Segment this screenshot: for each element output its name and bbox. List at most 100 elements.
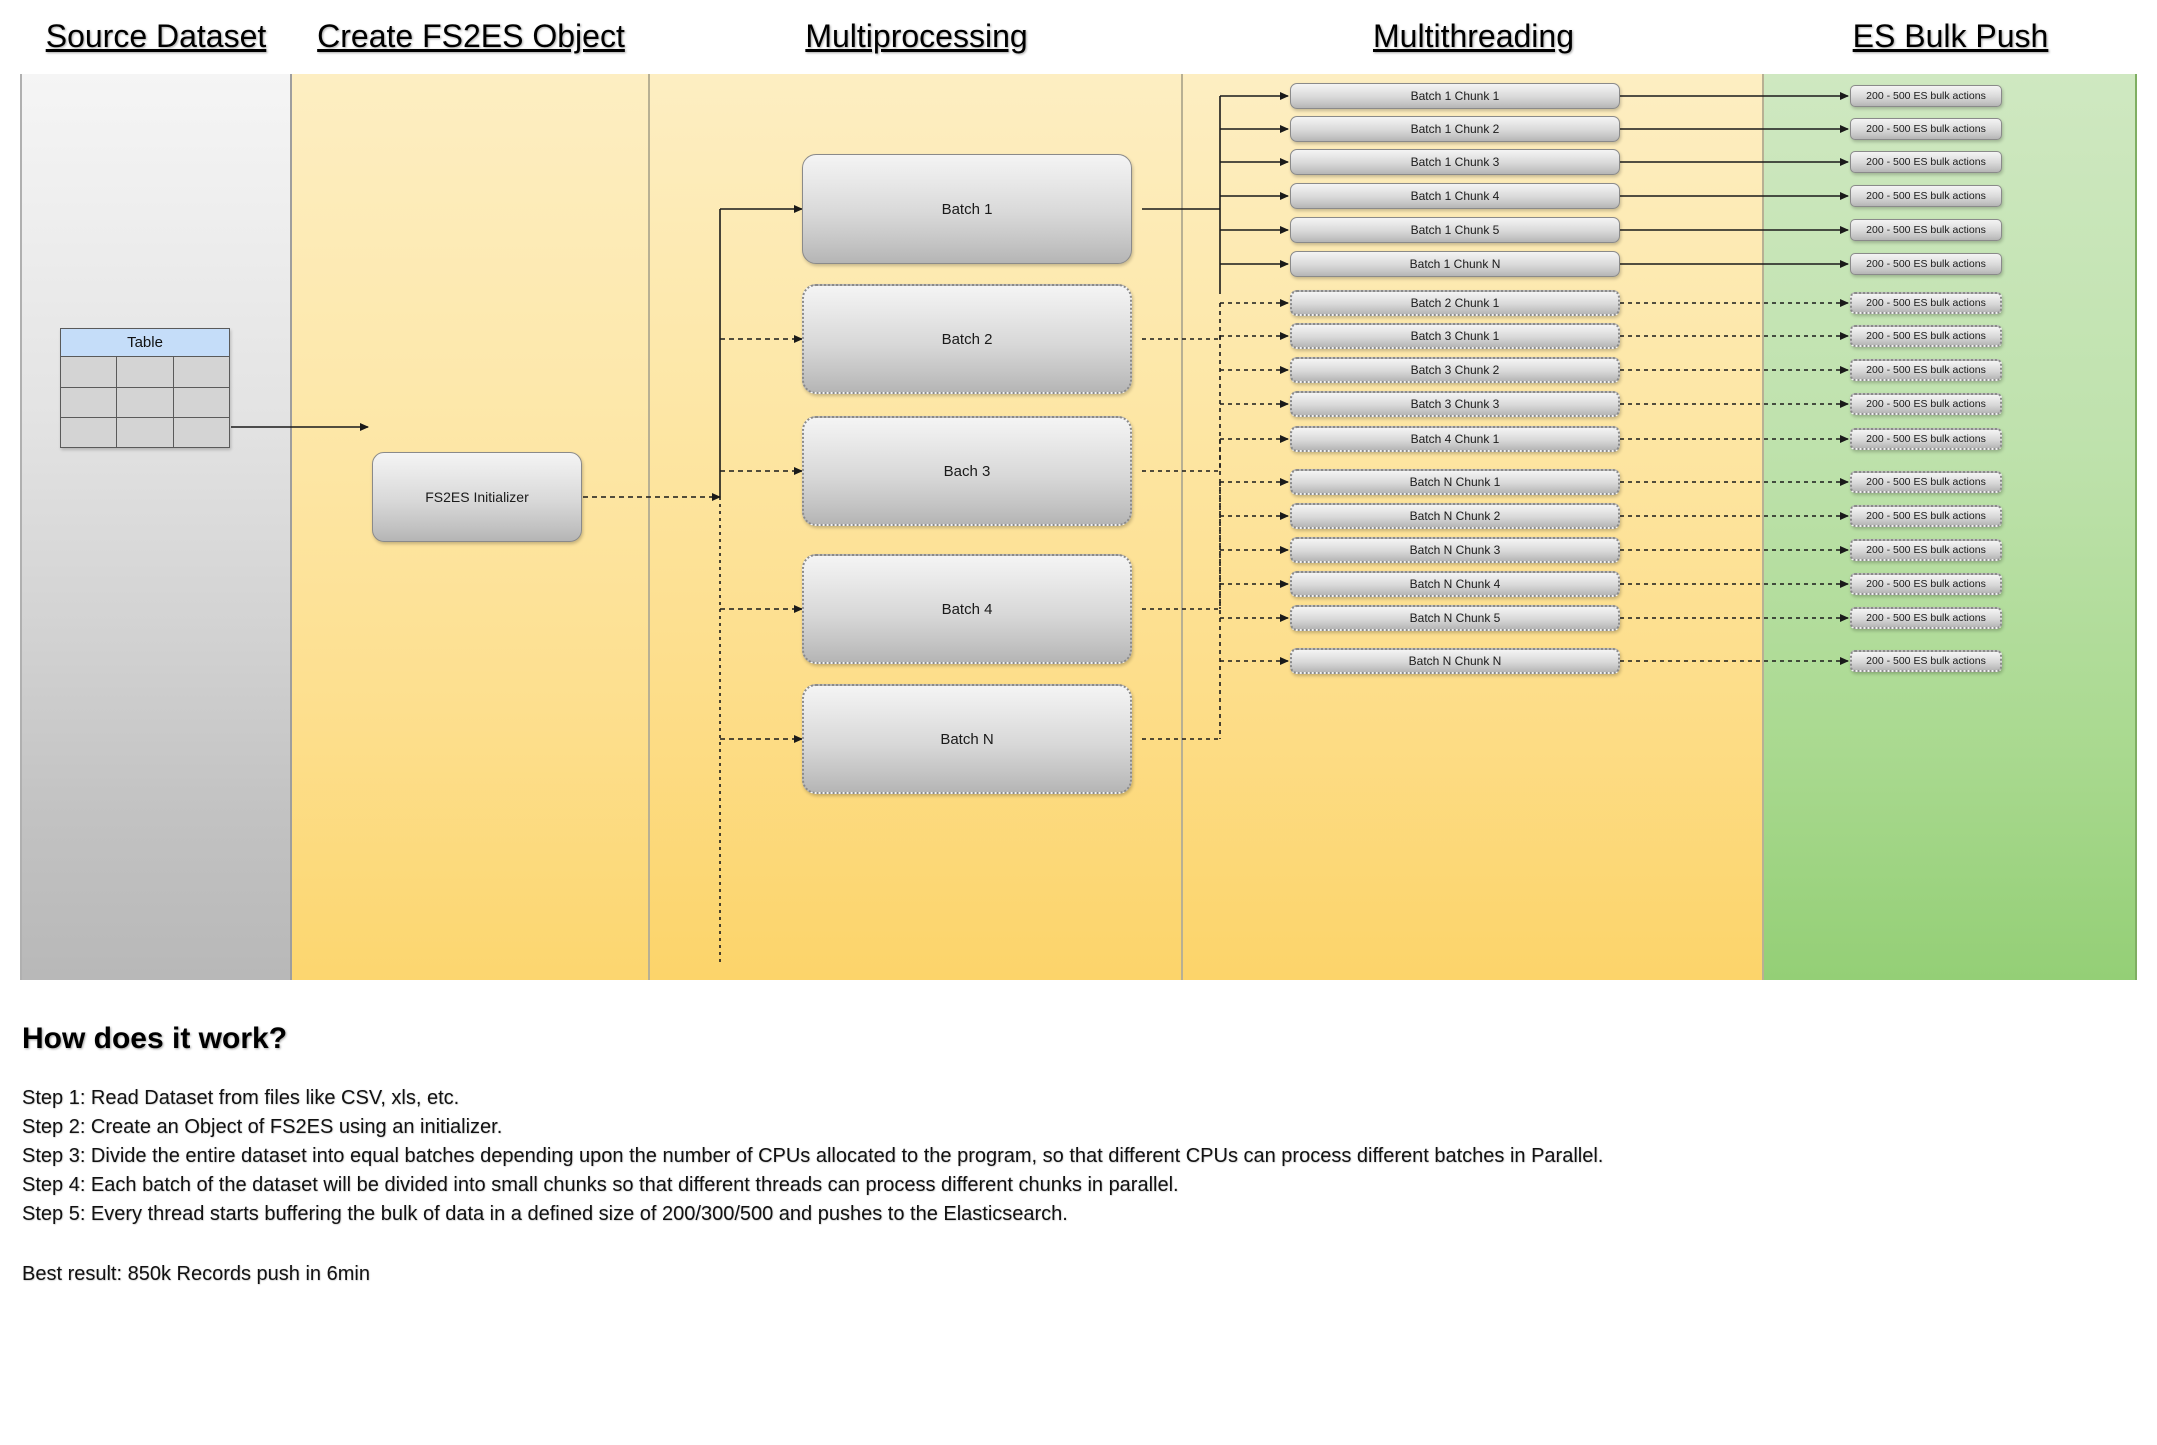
source-table-cell [172,357,229,387]
chunk-node: Batch 1 Chunk 4 [1290,183,1620,209]
step-line: Step 4: Each batch of the dataset will b… [22,1174,1179,1196]
chunk-node: Batch 4 Chunk 1 [1290,426,1620,452]
es-bulk-action-label: 200 - 500 ES bulk actions [1866,90,1986,102]
chunk-node: Batch 3 Chunk 2 [1290,357,1620,383]
lane-title-source-dataset: Source Dataset [45,18,267,54]
source-table-cell [172,388,229,417]
chunk-node: Batch 2 Chunk 1 [1290,290,1620,316]
step-line: Step 1: Read Dataset from files like CSV… [22,1087,460,1109]
es-bulk-action-node: 200 - 500 ES bulk actions [1850,573,2002,595]
step-line: Step 3: Divide the entire dataset into e… [22,1145,1604,1167]
fs2es-initializer-label: FS2ES Initializer [425,489,529,505]
es-bulk-action-node: 200 - 500 ES bulk actions [1850,253,2002,275]
fs2es-initializer-node: FS2ES Initializer [372,452,582,542]
chunk-node-label: Batch 1 Chunk 5 [1410,223,1500,237]
chunk-node: Batch N Chunk 4 [1290,571,1620,597]
chunk-node: Batch N Chunk 3 [1290,537,1620,563]
es-bulk-action-node: 200 - 500 ES bulk actions [1850,505,2002,527]
batch-node: Batch N [802,684,1132,794]
lane-title-multiprocessing: Multiprocessing [805,18,1028,54]
chunk-node-label: Batch 1 Chunk 4 [1410,189,1500,203]
chunk-node-label: Batch 1 Chunk 2 [1410,122,1500,136]
es-bulk-action-label: 200 - 500 ES bulk actions [1866,156,1986,168]
chunk-node-label: Batch 1 Chunk 1 [1410,89,1500,103]
source-table-cell [116,388,172,417]
explanation-section: How does it work? Step 1: Read Dataset f… [22,1022,2122,1286]
source-table-cell [61,388,116,417]
es-bulk-action-label: 200 - 500 ES bulk actions [1866,578,1986,590]
chunk-node-label: Batch 4 Chunk 1 [1410,432,1500,446]
step-line: Step 2: Create an Object of FS2ES using … [22,1116,503,1138]
es-bulk-action-label: 200 - 500 ES bulk actions [1866,612,1986,624]
lane-title-es-bulk-push: ES Bulk Push [1852,18,2049,54]
chunk-node: Batch 1 Chunk 3 [1290,149,1620,175]
chunk-node: Batch 1 Chunk 5 [1290,217,1620,243]
chunk-node-label: Batch N Chunk 3 [1409,543,1501,557]
es-bulk-action-node: 200 - 500 ES bulk actions [1850,393,2002,415]
es-bulk-action-node: 200 - 500 ES bulk actions [1850,185,2002,207]
source-table-cell [61,418,116,447]
lane-title-create-fs2es-object: Create FS2ES Object [317,18,625,54]
es-bulk-action-node: 200 - 500 ES bulk actions [1850,325,2002,347]
source-table-header: Table [61,329,229,357]
source-table-cell [116,357,172,387]
step-list: Step 1: Read Dataset from files like CSV… [22,1084,2122,1229]
lane-title-multithreading: Multithreading [1373,18,1574,54]
es-bulk-action-node: 200 - 500 ES bulk actions [1850,650,2002,672]
es-bulk-action-node: 200 - 500 ES bulk actions [1850,607,2002,629]
source-table-row [61,357,229,387]
source-table-cell [172,418,229,447]
batch-node: Bach 3 [802,416,1132,526]
es-bulk-action-node: 200 - 500 ES bulk actions [1850,85,2002,107]
chunk-node-label: Batch 3 Chunk 1 [1410,329,1500,343]
chunk-node: Batch 1 Chunk 2 [1290,116,1620,142]
step-line: Step 5: Every thread starts buffering th… [22,1203,1068,1225]
es-bulk-action-node: 200 - 500 ES bulk actions [1850,471,2002,493]
es-bulk-action-label: 200 - 500 ES bulk actions [1866,544,1986,556]
batch-node-label: Batch N [940,730,994,748]
es-bulk-action-label: 200 - 500 ES bulk actions [1866,398,1986,410]
es-bulk-action-label: 200 - 500 ES bulk actions [1866,510,1986,522]
es-bulk-action-label: 200 - 500 ES bulk actions [1866,433,1986,445]
pipeline-diagram: Source Dataset Create FS2ES Object Multi… [20,18,2137,980]
es-bulk-action-node: 200 - 500 ES bulk actions [1850,151,2002,173]
chunk-node-label: Batch N Chunk 2 [1409,509,1501,523]
chunk-node-label: Batch N Chunk 4 [1409,577,1501,591]
chunk-node: Batch N Chunk 1 [1290,469,1620,495]
es-bulk-action-node: 200 - 500 ES bulk actions [1850,428,2002,450]
batch-node: Batch 4 [802,554,1132,664]
chunk-node-label: Batch 1 Chunk 3 [1410,155,1500,169]
lane-source-dataset [20,74,292,980]
chunk-node-label: Batch 3 Chunk 3 [1410,397,1500,411]
chunk-node: Batch 3 Chunk 1 [1290,323,1620,349]
chunk-node-label: Batch N Chunk 5 [1409,611,1501,625]
es-bulk-action-label: 200 - 500 ES bulk actions [1866,364,1986,376]
chunk-node: Batch 1 Chunk N [1290,251,1620,277]
es-bulk-action-node: 200 - 500 ES bulk actions [1850,359,2002,381]
es-bulk-action-label: 200 - 500 ES bulk actions [1866,476,1986,488]
prose-heading: How does it work? [22,1022,288,1055]
batch-node-label: Batch 2 [941,330,993,348]
chunk-node: Batch N Chunk 2 [1290,503,1620,529]
chunk-node-label: Batch N Chunk N [1408,654,1502,668]
chunk-node-label: Batch 3 Chunk 2 [1410,363,1500,377]
es-bulk-action-label: 200 - 500 ES bulk actions [1866,123,1986,135]
source-table-cell [116,418,172,447]
chunk-node: Batch 1 Chunk 1 [1290,83,1620,109]
source-table-row [61,387,229,417]
batch-node: Batch 2 [802,284,1132,394]
es-bulk-action-label: 200 - 500 ES bulk actions [1866,258,1986,270]
es-bulk-action-node: 200 - 500 ES bulk actions [1850,219,2002,241]
batch-node-label: Batch 4 [941,600,993,618]
chunk-node: Batch N Chunk 5 [1290,605,1620,631]
es-bulk-action-label: 200 - 500 ES bulk actions [1866,330,1986,342]
es-bulk-action-label: 200 - 500 ES bulk actions [1866,297,1986,309]
lane-es-bulk-push [1764,74,2137,980]
chunk-node-label: Batch N Chunk 1 [1409,475,1501,489]
es-bulk-action-node: 200 - 500 ES bulk actions [1850,292,2002,314]
batch-node-label: Batch 1 [941,200,993,218]
es-bulk-action-node: 200 - 500 ES bulk actions [1850,539,2002,561]
batch-node-label: Bach 3 [943,462,991,480]
es-bulk-action-label: 200 - 500 ES bulk actions [1866,655,1986,667]
source-table-row [61,417,229,447]
